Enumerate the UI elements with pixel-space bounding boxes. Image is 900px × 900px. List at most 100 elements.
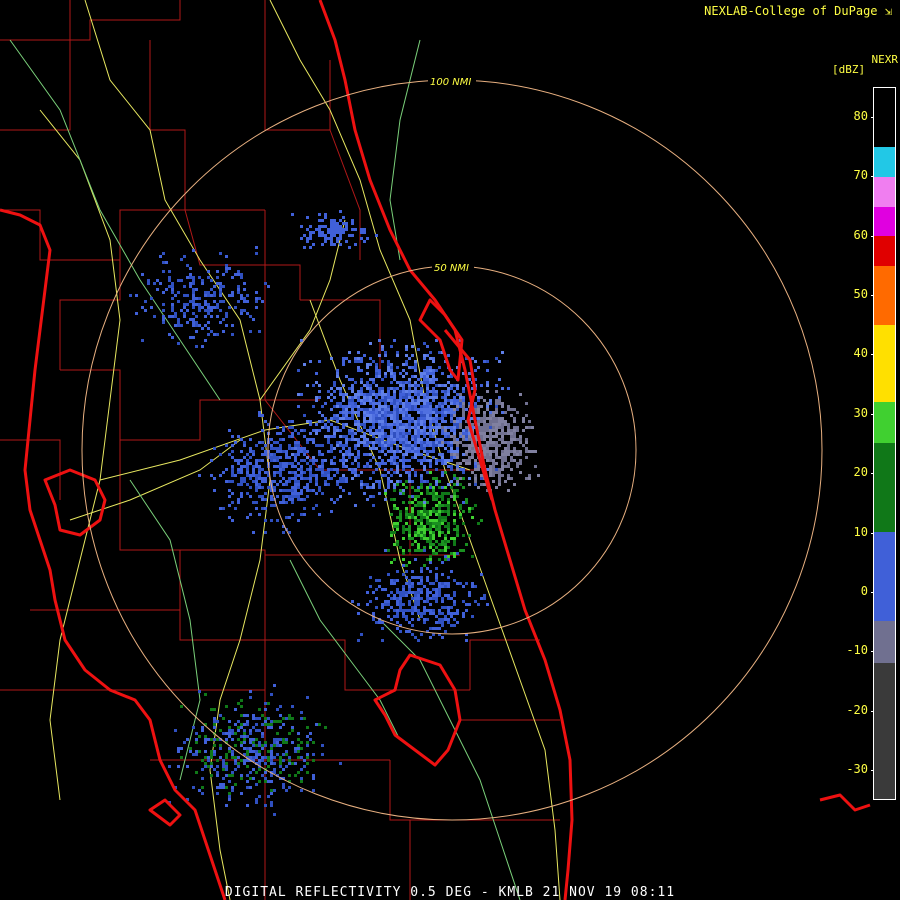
echo-pixel — [300, 768, 303, 771]
echo-pixel — [207, 756, 210, 759]
echo-pixel — [201, 726, 204, 729]
echo-pixel — [468, 462, 471, 465]
echo-pixel — [270, 498, 273, 501]
echo-pixel — [360, 381, 363, 384]
echo-pixel — [405, 453, 408, 456]
echo-pixel — [420, 513, 423, 516]
echo-pixel — [441, 495, 444, 498]
echo-pixel — [228, 504, 231, 507]
echo-pixel — [402, 585, 405, 588]
echo-pixel — [528, 477, 531, 480]
echo-pixel — [243, 732, 246, 735]
echo-pixel — [474, 465, 477, 468]
echo-pixel — [192, 249, 195, 252]
echo-pixel — [429, 459, 432, 462]
echo-pixel — [435, 513, 438, 516]
echo-pixel — [330, 468, 333, 471]
echo-pixel — [459, 393, 462, 396]
echo-pixel — [501, 405, 504, 408]
echo-pixel — [204, 339, 207, 342]
echo-pixel — [420, 387, 423, 390]
echo-pixel — [351, 408, 354, 411]
echo-pixel — [147, 279, 150, 282]
echo-pixel — [261, 498, 264, 501]
echo-pixel — [252, 471, 255, 474]
echo-pixel — [363, 399, 366, 402]
echo-pixel — [441, 405, 444, 408]
echo-pixel — [507, 447, 510, 450]
echo-pixel — [294, 762, 297, 765]
echo-pixel — [339, 219, 342, 222]
echo-pixel — [291, 717, 294, 720]
echo-pixel — [192, 321, 195, 324]
echo-pixel — [369, 387, 372, 390]
echo-pixel — [330, 447, 333, 450]
echo-pixel — [252, 474, 255, 477]
echo-pixel — [510, 450, 513, 453]
echo-pixel — [369, 357, 372, 360]
echo-pixel — [405, 591, 408, 594]
echo-pixel — [399, 492, 402, 495]
echo-pixel — [336, 417, 339, 420]
echo-pixel — [396, 366, 399, 369]
echo-pixel — [390, 435, 393, 438]
echo-pixel — [465, 450, 468, 453]
echo-pixel — [243, 747, 246, 750]
echo-pixel — [252, 318, 255, 321]
echo-pixel — [288, 456, 291, 459]
echo-pixel — [150, 297, 153, 300]
echo-pixel — [390, 534, 393, 537]
echo-pixel — [255, 501, 258, 504]
echo-pixel — [231, 294, 234, 297]
echo-pixel — [417, 390, 420, 393]
echo-pixel — [360, 402, 363, 405]
echo-pixel — [330, 450, 333, 453]
echo-pixel — [462, 510, 465, 513]
echo-pixel — [309, 477, 312, 480]
echo-pixel — [435, 504, 438, 507]
echo-pixel — [291, 213, 294, 216]
echo-pixel — [399, 399, 402, 402]
echo-pixel — [420, 417, 423, 420]
echo-pixel — [375, 621, 378, 624]
echo-pixel — [372, 612, 375, 615]
echo-pixel — [438, 423, 441, 426]
echo-pixel — [450, 399, 453, 402]
echo-pixel — [426, 369, 429, 372]
echo-pixel — [489, 411, 492, 414]
echo-pixel — [360, 357, 363, 360]
echo-pixel — [246, 723, 249, 726]
echo-pixel — [429, 411, 432, 414]
echo-pixel — [408, 501, 411, 504]
echo-pixel — [429, 591, 432, 594]
echo-pixel — [387, 438, 390, 441]
echo-pixel — [327, 471, 330, 474]
echo-pixel — [441, 561, 444, 564]
echo-pixel — [390, 417, 393, 420]
echo-pixel — [423, 525, 426, 528]
echo-pixel — [330, 225, 333, 228]
echo-pixel — [426, 354, 429, 357]
echo-pixel — [291, 492, 294, 495]
echo-pixel — [240, 714, 243, 717]
echo-pixel — [405, 411, 408, 414]
echo-pixel — [483, 399, 486, 402]
echo-pixel — [450, 459, 453, 462]
echo-pixel — [288, 426, 291, 429]
echo-pixel — [375, 480, 378, 483]
echo-pixel — [438, 525, 441, 528]
echo-pixel — [441, 621, 444, 624]
echo-pixel — [348, 405, 351, 408]
echo-pixel — [411, 543, 414, 546]
echo-pixel — [537, 474, 540, 477]
echo-pixel — [162, 318, 165, 321]
echo-pixel — [225, 312, 228, 315]
echo-pixel — [162, 261, 165, 264]
echo-pixel — [435, 588, 438, 591]
echo-pixel — [135, 294, 138, 297]
echo-pixel — [462, 477, 465, 480]
echo-pixel — [354, 360, 357, 363]
echo-pixel — [318, 429, 321, 432]
echo-pixel — [453, 432, 456, 435]
echo-pixel — [216, 306, 219, 309]
